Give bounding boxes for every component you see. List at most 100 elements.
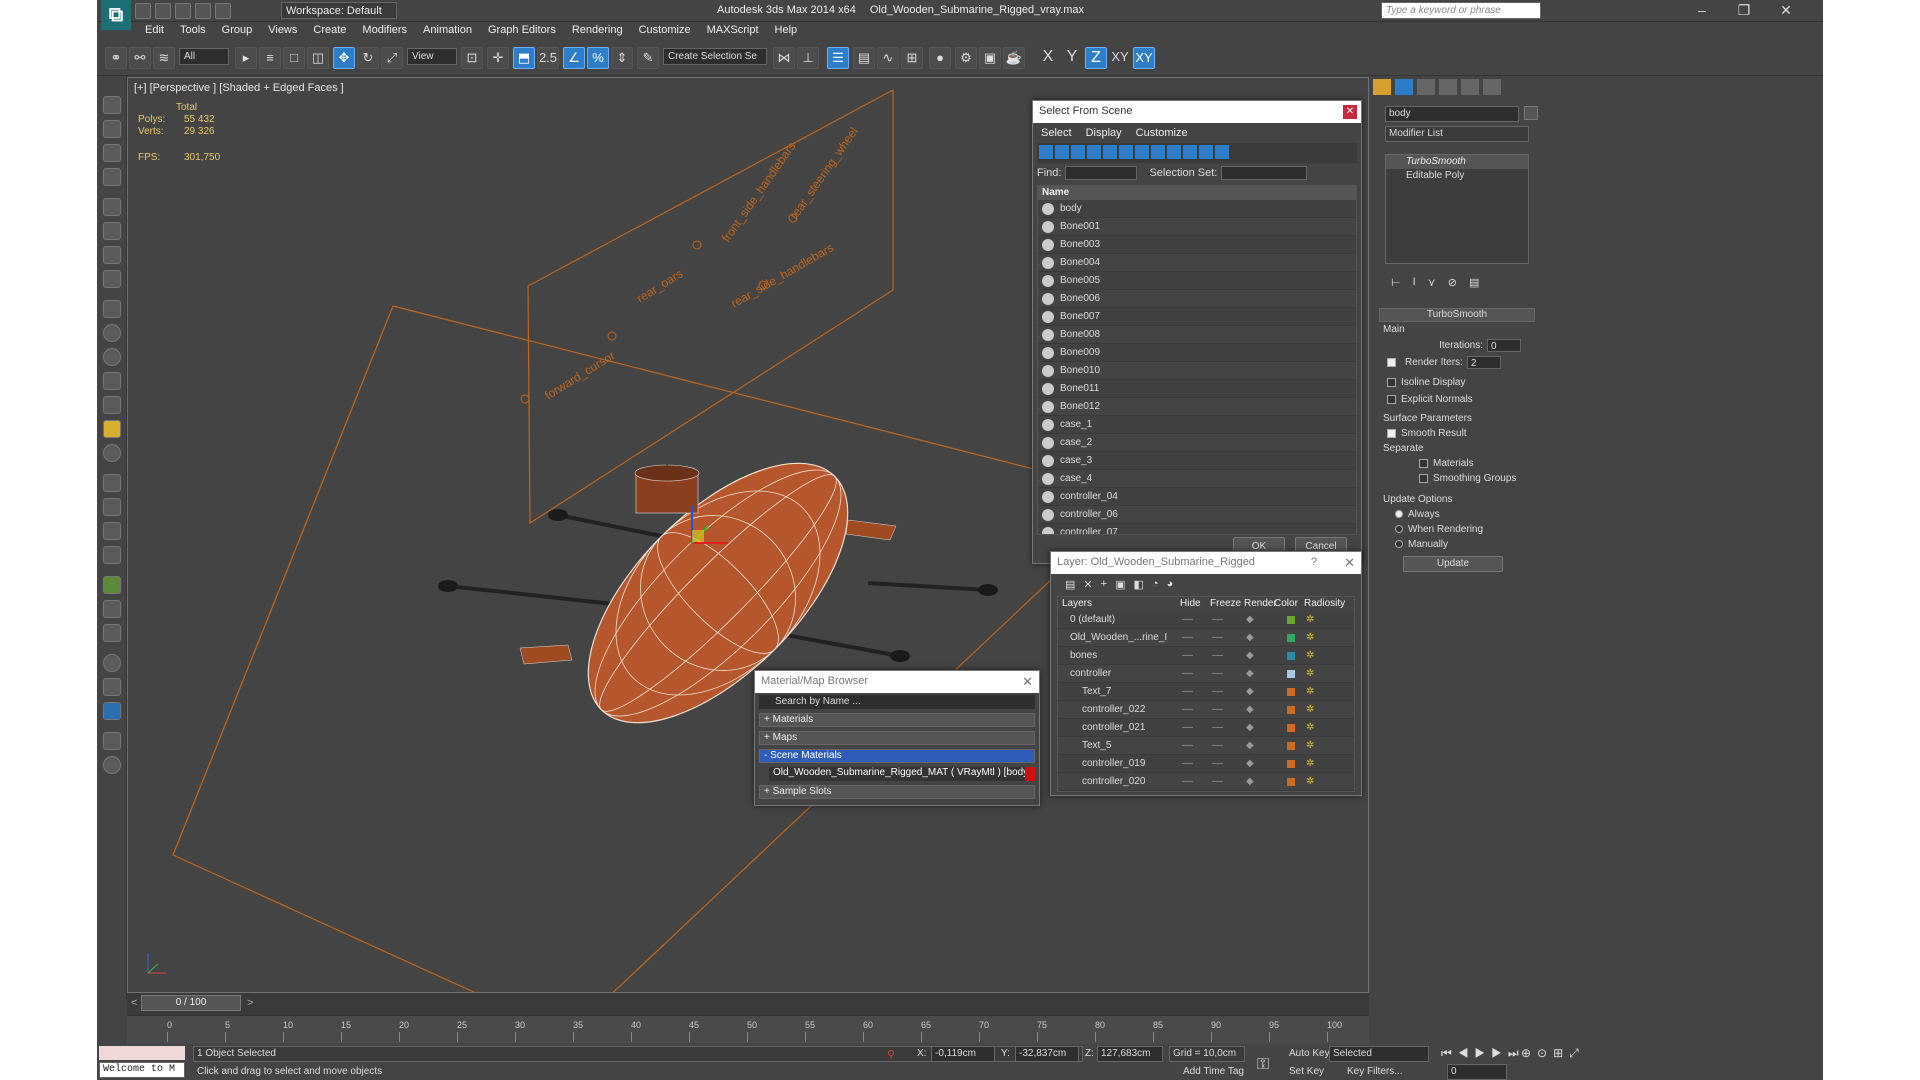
- hair-icon[interactable]: [103, 546, 121, 564]
- time-slider[interactable]: < 0 / 100 >: [127, 993, 1369, 1015]
- teapot-icon[interactable]: [103, 444, 121, 462]
- hide-toggle[interactable]: ––: [1182, 722, 1212, 733]
- maximize-button[interactable]: ❐: [1723, 0, 1765, 22]
- edit-named-sel-icon[interactable]: ✎: [637, 47, 659, 69]
- z-coordinate[interactable]: 127,683cm: [1097, 1046, 1163, 1062]
- scene-item[interactable]: Bone011: [1038, 380, 1356, 398]
- modify-tab-icon[interactable]: [1395, 79, 1413, 95]
- workspace-dropdown[interactable]: Workspace: Default: [281, 2, 397, 19]
- cone-icon[interactable]: [103, 396, 121, 414]
- time-slider-thumb[interactable]: 0 / 100: [141, 995, 241, 1011]
- dialog-menu-item[interactable]: Customize: [1136, 127, 1188, 139]
- maps-section[interactable]: + Maps: [759, 731, 1035, 745]
- create-tab-icon[interactable]: [1373, 79, 1391, 95]
- smoothing-groups-checkbox[interactable]: [1419, 473, 1428, 483]
- minimize-button[interactable]: –: [1681, 0, 1723, 22]
- radiosity-icon[interactable]: ✲: [1306, 704, 1336, 715]
- filter-groups-icon[interactable]: [1135, 145, 1149, 159]
- scene-item[interactable]: controller_07: [1038, 524, 1356, 534]
- isoline-checkbox[interactable]: [1387, 377, 1396, 387]
- iterations-spinner[interactable]: 0: [1487, 339, 1521, 352]
- display-tab-icon[interactable]: [1461, 79, 1479, 95]
- script-icon[interactable]: [103, 732, 121, 750]
- layer-color-swatch[interactable]: [1287, 687, 1295, 696]
- freeze-toggle[interactable]: ––: [1212, 704, 1246, 715]
- menu-item[interactable]: Edit: [137, 22, 172, 40]
- hide-toggle[interactable]: ––: [1182, 632, 1212, 643]
- scene-item[interactable]: case_3: [1038, 452, 1356, 470]
- filter-warps-icon[interactable]: [1119, 145, 1133, 159]
- scene-item[interactable]: Bone009: [1038, 344, 1356, 362]
- menu-item[interactable]: Views: [260, 22, 305, 40]
- smooth-result-checkbox[interactable]: [1387, 428, 1396, 438]
- keyboard-shortcut-icon[interactable]: ⬒: [513, 47, 535, 69]
- layer-color-swatch[interactable]: [1287, 651, 1295, 660]
- scene-item[interactable]: Bone008: [1038, 326, 1356, 344]
- freeze-toggle[interactable]: ––: [1212, 740, 1246, 751]
- close-button[interactable]: ✕: [1765, 0, 1807, 22]
- next-frame-icon[interactable]: >: [247, 997, 253, 1009]
- rollout-title[interactable]: TurboSmooth: [1379, 308, 1535, 322]
- hide-toggle[interactable]: ––: [1182, 650, 1212, 661]
- axis-z[interactable]: Z: [1085, 47, 1107, 69]
- scene-item[interactable]: Bone004: [1038, 254, 1356, 272]
- paint-icon[interactable]: [103, 120, 121, 138]
- scene-item[interactable]: case_4: [1038, 470, 1356, 488]
- manipulate-icon[interactable]: ✛: [487, 47, 509, 69]
- prev-frame-icon[interactable]: <: [131, 997, 137, 1009]
- sun-icon[interactable]: [103, 420, 121, 438]
- hide-toggle[interactable]: ––: [1182, 686, 1212, 697]
- scene-material-item[interactable]: Old_Wooden_Submarine_Rigged_MAT ( VRayMt…: [769, 767, 1035, 781]
- radiosity-icon[interactable]: ✲: [1306, 722, 1336, 733]
- freeze-toggle[interactable]: ––: [1212, 650, 1246, 661]
- remove-modifier-icon[interactable]: ⊘: [1448, 276, 1457, 292]
- curve-editor-icon[interactable]: ∿: [877, 47, 899, 69]
- percent-snap-icon[interactable]: %: [587, 47, 609, 69]
- bind-space-warp-icon[interactable]: ≋: [153, 47, 175, 69]
- link-icon[interactable]: ⚭: [105, 47, 127, 69]
- axis-xy[interactable]: XY: [1109, 47, 1131, 69]
- filter-containers-icon[interactable]: [1183, 145, 1197, 159]
- select-move-icon[interactable]: ✥: [333, 47, 355, 69]
- cloth-icon[interactable]: [103, 522, 121, 540]
- radiosity-icon[interactable]: ✲: [1306, 758, 1336, 769]
- render-toggle[interactable]: ◆: [1246, 704, 1276, 715]
- set-key-button[interactable]: Set Key: [1289, 1066, 1324, 1077]
- slider-knob[interactable]: [692, 240, 702, 250]
- render-sphere-icon[interactable]: [103, 654, 121, 672]
- particles-icon[interactable]: [103, 474, 121, 492]
- update-button[interactable]: Update: [1403, 556, 1503, 572]
- layer-column-header[interactable]: Layers: [1058, 597, 1176, 611]
- scene-item[interactable]: Bone005: [1038, 272, 1356, 290]
- select-object-icon[interactable]: ▸: [235, 47, 257, 69]
- select-by-name-icon[interactable]: ≡: [259, 47, 281, 69]
- camera-icon[interactable]: [103, 198, 121, 216]
- snap-toggle-icon[interactable]: 2.5: [537, 47, 559, 69]
- open-file-icon[interactable]: [155, 3, 171, 19]
- close-icon[interactable]: ✕: [1343, 105, 1357, 119]
- layer-column-header[interactable]: Radiosity: [1300, 597, 1345, 611]
- filter-shapes-icon[interactable]: [1055, 145, 1069, 159]
- layer-row[interactable]: Text_5 –– –– ◆ ✲: [1058, 737, 1354, 755]
- group-icon[interactable]: [103, 270, 121, 288]
- window-crossing-icon[interactable]: ◫: [307, 47, 329, 69]
- close-icon[interactable]: ✕: [1022, 674, 1033, 690]
- show-end-result-icon[interactable]: I: [1413, 276, 1416, 292]
- select-icon[interactable]: [103, 96, 121, 114]
- hide-toggle[interactable]: ––: [1182, 704, 1212, 715]
- render-production-icon[interactable]: ☕: [1003, 47, 1025, 69]
- freeze-toggle[interactable]: ––: [1212, 668, 1246, 679]
- filter-bones-icon[interactable]: [1167, 145, 1181, 159]
- modifier-list-dropdown[interactable]: Modifier List: [1385, 126, 1529, 142]
- find-input[interactable]: [1065, 166, 1138, 180]
- y-coordinate[interactable]: -32,837cm: [1015, 1046, 1079, 1062]
- motion-tab-icon[interactable]: [1439, 79, 1457, 95]
- slider-knob[interactable]: [520, 394, 530, 404]
- menu-item[interactable]: Rendering: [564, 22, 631, 40]
- sample-slots-section[interactable]: + Sample Slots: [759, 785, 1035, 799]
- wave-icon[interactable]: [103, 624, 121, 642]
- layer-color-swatch[interactable]: [1287, 777, 1295, 786]
- scene-item[interactable]: case_1: [1038, 416, 1356, 434]
- select-rotate-icon[interactable]: ↻: [357, 47, 379, 69]
- utilities-tab-icon[interactable]: [1483, 79, 1501, 95]
